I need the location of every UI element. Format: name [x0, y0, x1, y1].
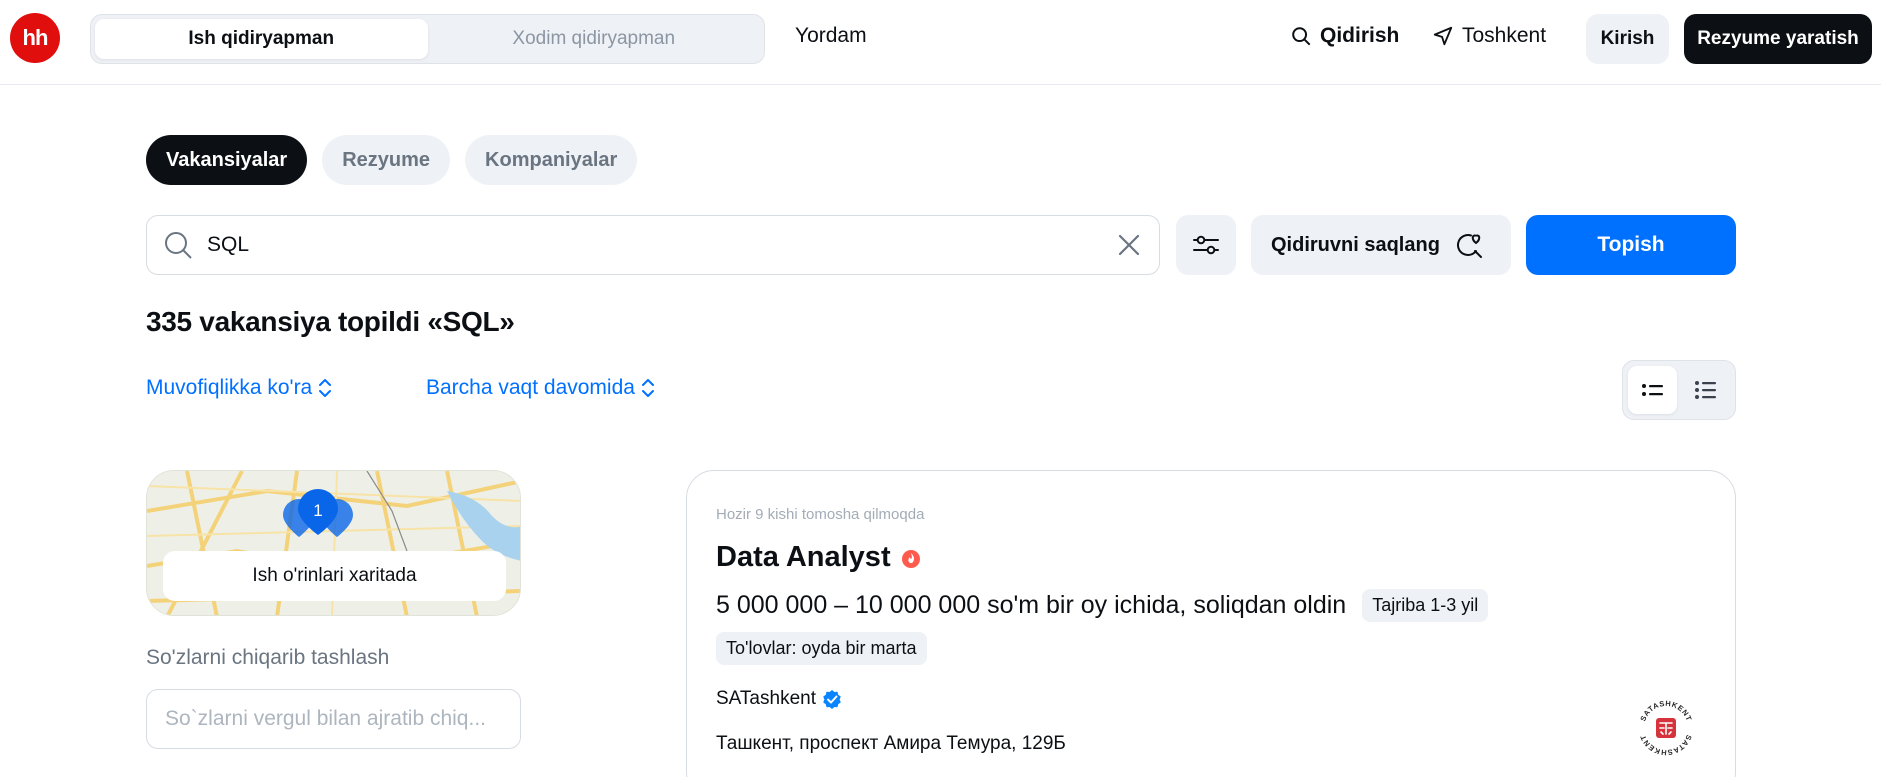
fire-icon	[901, 549, 920, 568]
sort-relevance-label: Muvofiqlikka ko'ra	[146, 376, 313, 399]
sort-relevance-dropdown[interactable]: Muvofiqlikka ko'ra	[146, 376, 332, 400]
experience-badge: Tajriba 1-3 yil	[1362, 589, 1489, 622]
view-toggle	[1622, 360, 1736, 420]
role-employer-tab[interactable]: Xodim qidiryapman	[428, 19, 761, 59]
vacancy-card[interactable]: Hozir 9 kishi tomosha qilmoqda Data Anal…	[686, 470, 1736, 777]
city-selector[interactable]: Toshkent	[1432, 24, 1546, 48]
role-job-seeker-tab[interactable]: Ish qidiryapman	[95, 19, 428, 59]
location-arrow-icon	[1433, 26, 1453, 46]
search-type-tabs: Vakansiyalar Rezyume Kompaniyalar	[146, 135, 638, 185]
list-compact-icon	[1641, 384, 1663, 396]
clear-icon[interactable]	[1115, 231, 1143, 259]
verified-icon	[823, 690, 841, 709]
tab-resumes[interactable]: Rezyume	[322, 135, 451, 185]
tab-vacancies[interactable]: Vakansiyalar	[146, 135, 308, 185]
help-link[interactable]: Yordam	[795, 24, 867, 48]
vacancy-address: Ташкент, проспект Амира Темура, 129Б	[716, 733, 1066, 754]
hh-logo[interactable]: hh	[10, 13, 60, 63]
viewers-count: Hozir 9 kishi tomosha qilmoqda	[716, 506, 925, 523]
compact-view-button[interactable]	[1628, 366, 1677, 414]
role-switch: Ish qidiryapman Xodim qidiryapman	[90, 14, 765, 64]
salary-row: 5 000 000 – 10 000 000 so'm bir oy ichid…	[716, 589, 1489, 622]
sliders-icon	[1193, 235, 1219, 255]
company-logo[interactable]: SATASHKENT SATASHKENT	[1634, 696, 1698, 760]
search-value: SQL	[207, 233, 250, 256]
sort-period-dropdown[interactable]: Barcha vaqt davomida	[426, 376, 655, 400]
company-name: SATashkent	[716, 688, 816, 709]
search-input[interactable]: SQL	[146, 215, 1160, 275]
top-header: hh Ish qidiryapman Xodim qidiryapman Yor…	[0, 0, 1881, 85]
company-link[interactable]: SATashkent	[716, 688, 842, 710]
search-icon	[1292, 27, 1311, 46]
save-search-label: Qidiruvni saqlang	[1271, 233, 1440, 256]
vacancy-title: Data Analyst	[716, 541, 891, 573]
payments-badge: To'lovlar: oyda bir marta	[716, 632, 927, 665]
chevron-up-down-icon	[641, 379, 654, 397]
list-detailed-icon	[1694, 381, 1716, 399]
salary: 5 000 000 – 10 000 000 so'm bir oy ichid…	[716, 591, 1347, 619]
search-icon	[165, 232, 192, 259]
login-button[interactable]: Kirish	[1586, 14, 1669, 64]
map-cluster-count: 1	[313, 501, 322, 520]
search-heart-icon	[1456, 234, 1482, 258]
tab-companies[interactable]: Kompaniyalar	[465, 135, 638, 185]
chevron-up-down-icon	[319, 379, 332, 397]
map-label: Ish o'rinlari xaritada	[163, 551, 506, 601]
city-label: Toshkent	[1462, 24, 1547, 47]
vacancy-title-link[interactable]: Data Analyst	[716, 541, 921, 574]
sort-period-label: Barcha vaqt davomida	[426, 376, 635, 399]
header-search-link[interactable]: Qidirish	[1290, 24, 1399, 48]
filters-button[interactable]	[1176, 215, 1236, 275]
exclude-words-input[interactable]: So`zlarni vergul bilan ajratib chiq...	[146, 689, 521, 749]
exclude-words-label: So'zlarni chiqarib tashlash	[146, 646, 390, 669]
find-button[interactable]: Topish	[1526, 215, 1736, 275]
results-title: 335 vakansiya topildi «SQL»	[146, 306, 515, 337]
save-search-button[interactable]: Qidiruvni saqlang	[1251, 215, 1511, 275]
detailed-view-button[interactable]	[1681, 366, 1730, 414]
create-resume-button[interactable]: Rezyume yaratish	[1684, 14, 1872, 64]
map-card[interactable]: 1 Ish o'rinlari xaritada	[146, 470, 521, 616]
header-search-label: Qidirish	[1320, 24, 1400, 47]
